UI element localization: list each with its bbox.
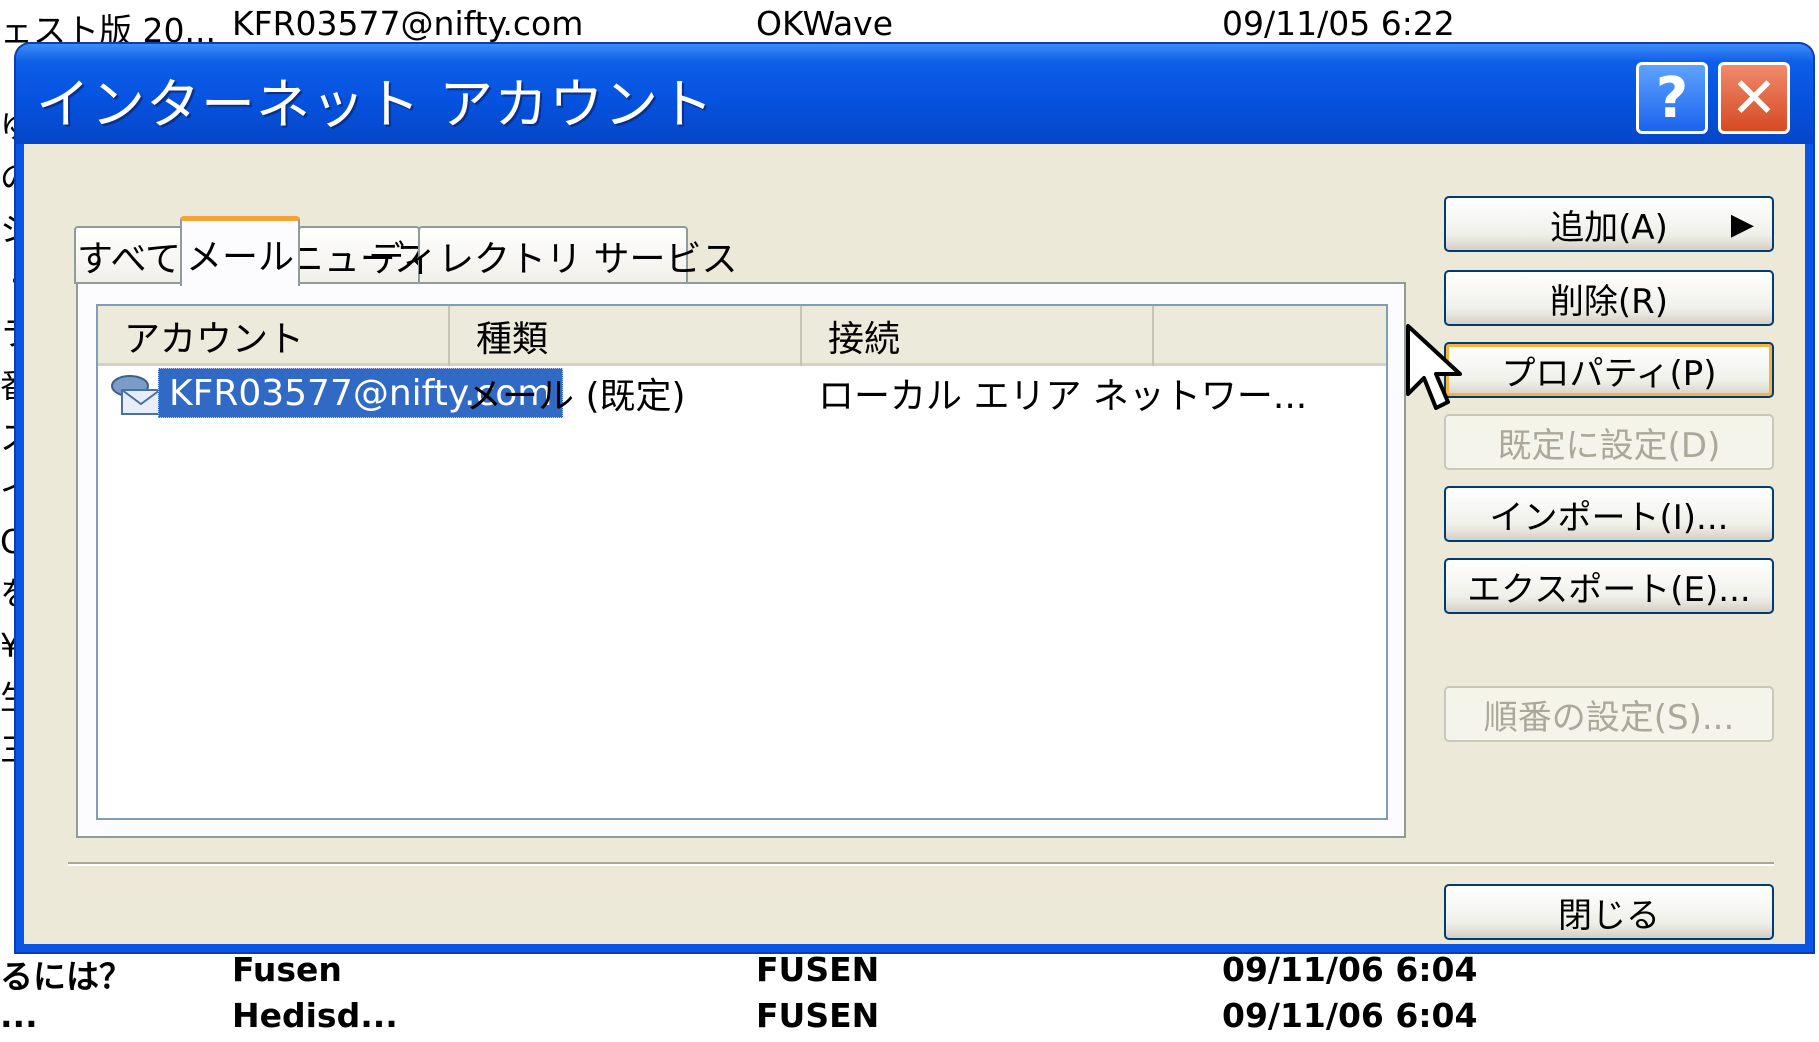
bg-date: 09/11/06 6:04 <box>1222 950 1478 989</box>
list-header: アカウント 種類 接続 <box>98 306 1386 366</box>
column-label: 接続 <box>828 319 901 360</box>
tab-mail[interactable]: メール <box>180 216 300 286</box>
window-title: インターネット アカウント <box>36 73 715 136</box>
separator <box>68 862 1774 866</box>
bg-folder: FUSEN <box>756 950 880 989</box>
table-row[interactable]: KFR03577@nifty.com メール (既定) ローカル エリア ネット… <box>98 368 1386 418</box>
bg-folder: FUSEN <box>756 996 880 1035</box>
arrow-right-icon: ▶ <box>1730 206 1754 242</box>
button-label: 既定に設定(D) <box>1497 425 1721 466</box>
bg-sender: Fusen <box>232 950 342 989</box>
background-mail-row: るには？ Fusen FUSEN 09/11/06 6:04 <box>0 950 1819 996</box>
bg-date: 09/11/06 6:04 <box>1222 996 1478 1035</box>
bg-subject: るには？ <box>0 957 132 996</box>
bg-sender: KFR03577@nifty.com <box>232 4 584 43</box>
import-button[interactable]: インポート(I)... <box>1444 486 1774 542</box>
column-header-type[interactable]: 種類 <box>450 306 802 366</box>
background-mail-row: ... Hedisd... FUSEN 09/11/06 6:04 <box>0 996 1819 1042</box>
button-label: エクスポート(E)... <box>1467 569 1751 610</box>
accounts-list[interactable]: アカウント 種類 接続 KFR03577@nifty.com メール (既定) … <box>96 304 1388 820</box>
bg-date: 09/11/05 6:22 <box>1222 4 1455 43</box>
button-label: 順番の設定(S)... <box>1483 697 1735 738</box>
set-order-button[interactable]: 順番の設定(S)... <box>1444 686 1774 742</box>
column-header-connection[interactable]: 接続 <box>802 306 1154 366</box>
bg-folder: OKWave <box>756 4 894 43</box>
tab-panel-mail: アカウント 種類 接続 KFR03577@nifty.com メール (既定) … <box>76 282 1406 838</box>
remove-button[interactable]: 削除(R) <box>1444 270 1774 326</box>
bg-sender: Hedisd... <box>232 996 398 1035</box>
properties-button[interactable]: プロパティ(P) <box>1444 342 1774 398</box>
tab-directory-service[interactable]: ディレクトリ サービス <box>369 226 737 284</box>
add-button[interactable]: 追加(A) ▶ <box>1444 196 1774 252</box>
bg-subject: ... <box>0 996 38 1035</box>
close-icon: ✕ <box>1730 65 1778 131</box>
internet-accounts-dialog: インターネット アカウント ? ✕ すべて メール ニュース ディレクトリ サー… <box>16 44 1813 952</box>
tab-label: ディレクトリ サービス <box>368 239 738 280</box>
tab-label: メール <box>185 236 294 278</box>
button-label: 閉じる <box>1558 895 1660 936</box>
column-header-account[interactable]: アカウント <box>98 306 450 366</box>
column-label: 種類 <box>476 319 549 360</box>
button-label: インポート(I)... <box>1489 497 1729 538</box>
cell-type: メール (既定) <box>466 376 686 417</box>
tab-all[interactable]: すべて <box>74 226 184 284</box>
help-button[interactable]: ? <box>1636 62 1708 134</box>
button-label: プロパティ(P) <box>1501 353 1717 394</box>
button-label: 追加(A) <box>1550 207 1668 248</box>
help-icon: ? <box>1655 65 1689 131</box>
cell-connection: ローカル エリア ネットワー... <box>818 376 1308 417</box>
button-label: 削除(R) <box>1549 281 1669 322</box>
dialog-client-area: すべて メール ニュース ディレクトリ サービス アカウント 種類 接続 KFR… <box>24 144 1805 944</box>
mail-account-icon <box>111 375 161 415</box>
title-bar[interactable]: インターネット アカウント ? ✕ <box>16 44 1813 144</box>
close-window-button[interactable]: ✕ <box>1718 62 1790 134</box>
tab-label: すべて <box>76 239 182 280</box>
export-button[interactable]: エクスポート(E)... <box>1444 558 1774 614</box>
mouse-pointer-icon <box>1406 324 1462 410</box>
close-button[interactable]: 閉じる <box>1444 884 1774 940</box>
column-label: アカウント <box>124 319 305 360</box>
set-default-button[interactable]: 既定に設定(D) <box>1444 414 1774 470</box>
